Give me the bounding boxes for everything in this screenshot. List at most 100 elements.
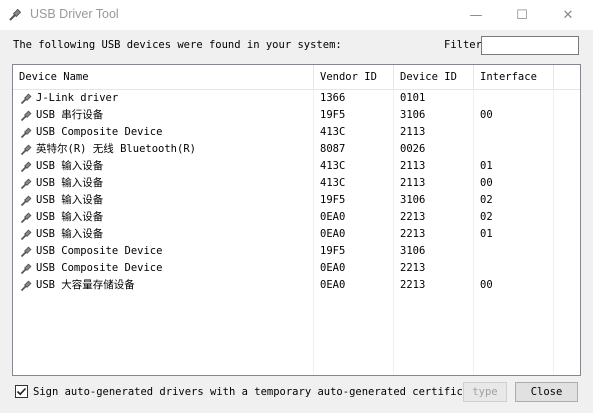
column-header-device-name[interactable]: Device Name — [13, 65, 314, 89]
device-name-cell: USB Composite Device — [13, 243, 314, 260]
table-row[interactable]: 英特尔(R) 无线 Bluetooth(R) 8087 0026 — [13, 141, 580, 158]
device-name-cell: 英特尔(R) 无线 Bluetooth(R) — [13, 141, 314, 158]
usb-plug-icon — [20, 246, 32, 257]
interface-cell — [474, 260, 554, 277]
interface-cell: 01 — [474, 158, 554, 175]
interface-cell: 02 — [474, 209, 554, 226]
device-name-cell: USB 输入设备 — [13, 209, 314, 226]
device-name-text: USB 串行设备 — [36, 109, 104, 121]
vendor-id-cell: 413C — [314, 158, 394, 175]
device-list[interactable]: Device Name Vendor ID Device ID Interfac… — [12, 64, 581, 376]
table-row[interactable]: USB 输入设备 19F5 3106 02 — [13, 192, 580, 209]
table-row[interactable]: USB 输入设备 413C 2113 00 — [13, 175, 580, 192]
usb-plug-icon — [20, 144, 32, 155]
checkmark-icon — [16, 387, 27, 396]
device-name-cell: USB 输入设备 — [13, 192, 314, 209]
maximize-button[interactable]: ☐ — [499, 0, 545, 30]
vendor-id-cell: 0EA0 — [314, 226, 394, 243]
device-id-cell: 2213 — [394, 209, 474, 226]
vendor-id-cell: 413C — [314, 175, 394, 192]
device-id-cell: 3106 — [394, 107, 474, 124]
usb-plug-icon — [20, 280, 32, 291]
device-name-text: USB 输入设备 — [36, 211, 104, 223]
vendor-id-cell: 19F5 — [314, 243, 394, 260]
column-header-interface[interactable]: Interface — [474, 65, 554, 89]
usb-plug-icon — [20, 212, 32, 223]
table-row[interactable]: USB 串行设备 19F5 3106 00 — [13, 107, 580, 124]
table-row[interactable]: USB Composite Device 413C 2113 — [13, 124, 580, 141]
device-name-cell: USB Composite Device — [13, 124, 314, 141]
usb-plug-icon — [20, 229, 32, 240]
close-button[interactable]: Close — [515, 382, 578, 402]
vendor-id-cell: 0EA0 — [314, 260, 394, 277]
vendor-id-cell: 19F5 — [314, 192, 394, 209]
minimize-button[interactable]: — — [453, 0, 499, 30]
device-name-text: USB 输入设备 — [36, 177, 104, 189]
usb-plug-icon — [20, 161, 32, 172]
sign-drivers-label[interactable]: Sign auto-generated drivers with a tempo… — [33, 386, 482, 398]
table-row[interactable]: USB 输入设备 413C 2113 01 — [13, 158, 580, 175]
device-name-cell: USB 输入设备 — [13, 158, 314, 175]
column-header-device-id[interactable]: Device ID — [394, 65, 474, 89]
filter-input[interactable] — [481, 36, 579, 55]
device-name-text: USB 输入设备 — [36, 194, 104, 206]
usb-plug-icon — [20, 127, 32, 138]
table-row[interactable]: USB Composite Device 19F5 3106 — [13, 243, 580, 260]
device-id-cell: 2213 — [394, 226, 474, 243]
table-row[interactable]: J-Link driver 1366 0101 — [13, 90, 580, 107]
intro-text: The following USB devices were found in … — [13, 39, 342, 51]
column-header-vendor-id[interactable]: Vendor ID — [314, 65, 394, 89]
filter-label: Filter — [444, 39, 482, 51]
vendor-id-cell: 0EA0 — [314, 209, 394, 226]
device-name-cell: USB 输入设备 — [13, 175, 314, 192]
vendor-id-cell: 1366 — [314, 90, 394, 107]
device-name-text: USB Composite Device — [36, 126, 163, 138]
table-row[interactable]: USB Composite Device 0EA0 2213 — [13, 260, 580, 277]
sign-drivers-checkbox[interactable] — [15, 385, 28, 398]
device-name-text: J-Link driver — [36, 92, 119, 104]
device-id-cell: 2113 — [394, 158, 474, 175]
table-row[interactable]: USB 输入设备 0EA0 2213 01 — [13, 226, 580, 243]
device-id-cell: 2213 — [394, 260, 474, 277]
usb-plug-icon — [20, 195, 32, 206]
device-name-text: USB 输入设备 — [36, 160, 104, 172]
interface-cell — [474, 141, 554, 158]
interface-cell: 01 — [474, 226, 554, 243]
device-name-text: USB Composite Device — [36, 262, 163, 274]
device-id-cell: 2213 — [394, 277, 474, 294]
interface-cell: 02 — [474, 192, 554, 209]
device-name-cell: USB 输入设备 — [13, 226, 314, 243]
close-window-button[interactable]: ✕ — [545, 0, 591, 30]
device-name-cell: USB 大容量存储设备 — [13, 277, 314, 294]
device-id-cell: 2113 — [394, 124, 474, 141]
vendor-id-cell: 19F5 — [314, 107, 394, 124]
interface-cell: 00 — [474, 175, 554, 192]
device-name-cell: USB 串行设备 — [13, 107, 314, 124]
list-header: Device Name Vendor ID Device ID Interfac… — [13, 65, 580, 90]
device-id-cell: 3106 — [394, 243, 474, 260]
device-name-text: USB 大容量存储设备 — [36, 279, 135, 291]
device-name-cell: USB Composite Device — [13, 260, 314, 277]
usb-plug-icon — [20, 93, 32, 104]
usb-plug-icon — [20, 178, 32, 189]
interface-cell — [474, 90, 554, 107]
device-name-cell: J-Link driver — [13, 90, 314, 107]
device-id-cell: 0026 — [394, 141, 474, 158]
usb-plug-icon — [20, 110, 32, 121]
table-row[interactable]: USB 输入设备 0EA0 2213 02 — [13, 209, 580, 226]
vendor-id-cell: 413C — [314, 124, 394, 141]
device-id-cell: 3106 — [394, 192, 474, 209]
device-name-text: USB 输入设备 — [36, 228, 104, 240]
vendor-id-cell: 8087 — [314, 141, 394, 158]
interface-cell — [474, 124, 554, 141]
device-id-cell: 0101 — [394, 90, 474, 107]
usb-plug-icon — [9, 8, 22, 21]
vendor-id-cell: 0EA0 — [314, 277, 394, 294]
interface-cell: 00 — [474, 107, 554, 124]
usb-driver-tool-window: USB Driver Tool — ☐ ✕ The following USB … — [0, 0, 593, 413]
device-name-text: 英特尔(R) 无线 Bluetooth(R) — [36, 143, 196, 155]
title-bar: USB Driver Tool — ☐ ✕ — [0, 0, 593, 30]
table-row[interactable]: USB 大容量存储设备 0EA0 2213 00 — [13, 277, 580, 294]
type-button[interactable]: type — [463, 382, 507, 402]
usb-plug-icon — [20, 263, 32, 274]
